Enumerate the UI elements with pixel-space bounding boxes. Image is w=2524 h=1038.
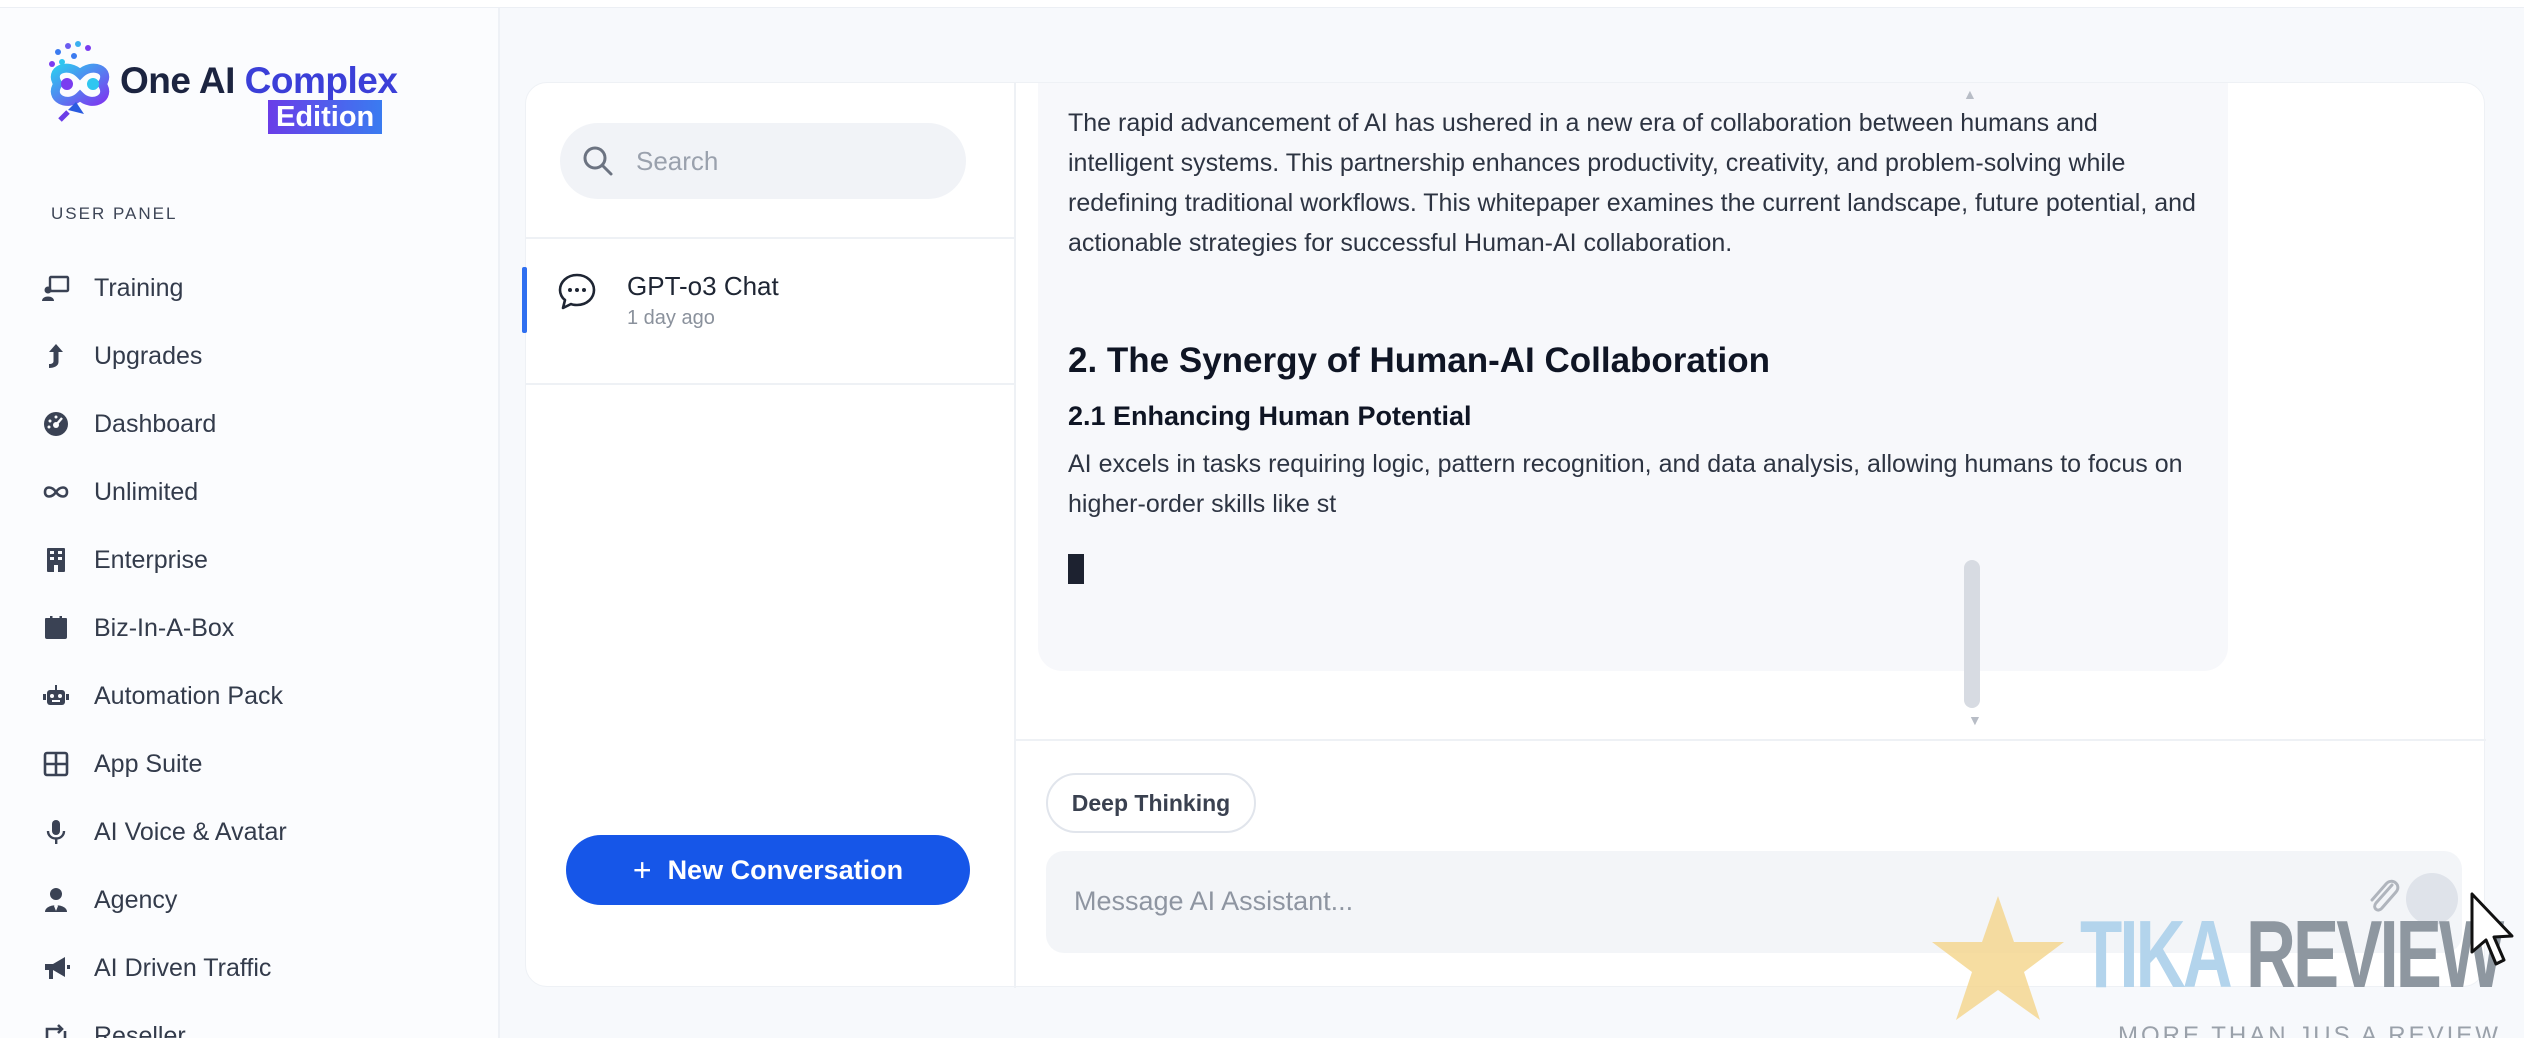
send-button[interactable] (2406, 873, 2458, 925)
training-icon (38, 270, 74, 306)
conversation-title: GPT-o3 Chat (627, 271, 779, 301)
sidebar-item-label: App Suite (94, 749, 203, 778)
box-icon (38, 610, 74, 646)
sidebar-item-label: AI Voice & Avatar (94, 817, 287, 846)
sidebar-item-label: Unlimited (94, 477, 199, 506)
sidebar: One AI Complex Edition USER PANEL Traini… (0, 8, 500, 1038)
assistant-message: The rapid advancement of AI has ushered … (1038, 83, 2228, 671)
chat-card: GPT-o3 Chat 1 day ago + New Conversation… (522, 82, 2486, 988)
sidebar-item-enterprise[interactable]: Enterprise (38, 526, 478, 594)
dashboard-gauge-icon (38, 406, 74, 442)
brand-logo[interactable]: One AI Complex Edition (40, 34, 420, 144)
user-tie-icon (38, 882, 74, 918)
sidebar-item-label: Reseller (94, 1021, 186, 1038)
message-intro-paragraph: The rapid advancement of AI has ushered … (1068, 109, 2196, 257)
top-border (0, 0, 2524, 8)
message-body-paragraph: AI excels in tasks requiring logic, patt… (1068, 450, 2183, 518)
building-icon (38, 542, 74, 578)
divider (526, 237, 1014, 239)
user-panel-label: USER PANEL (51, 204, 178, 223)
brand-name: One AI Complex (120, 60, 398, 102)
message-subheading: 2.1 Enhancing Human Potential (1068, 401, 1472, 431)
conversation-panel: GPT-o3 Chat 1 day ago + New Conversation (522, 83, 1016, 988)
chat-area: The rapid advancement of AI has ushered … (1016, 83, 2486, 988)
scroll-down-arrow-icon[interactable]: ▼ (1968, 712, 1982, 728)
paperclip-icon[interactable] (2362, 873, 2406, 923)
sidebar-item-reseller[interactable]: Reseller (38, 1002, 478, 1038)
divider (1016, 739, 2486, 741)
sidebar-item-training[interactable]: Training (38, 254, 478, 322)
brand-name-part2: Complex (244, 60, 398, 101)
sidebar-item-label: Upgrades (94, 341, 203, 370)
sidebar-item-label: Automation Pack (94, 681, 283, 710)
brand-edition-badge: Edition (268, 100, 383, 134)
sidebar-item-label: Dashboard (94, 409, 217, 438)
sidebar-item-unlimited[interactable]: Unlimited (38, 458, 478, 526)
conversation-timestamp: 1 day ago (627, 307, 715, 329)
grid-icon (38, 746, 74, 782)
sidebar-item-ai-voice-avatar[interactable]: AI Voice & Avatar (38, 798, 478, 866)
sidebar-item-dashboard[interactable]: Dashboard (38, 390, 478, 458)
sidebar-item-ai-driven-traffic[interactable]: AI Driven Traffic (38, 934, 478, 1002)
infinity-icon (38, 474, 74, 510)
microphone-icon (38, 814, 74, 850)
upgrade-arrow-icon (38, 338, 74, 374)
typing-cursor (1068, 554, 1084, 584)
conversation-item[interactable]: GPT-o3 Chat 1 day ago (522, 267, 1014, 385)
sidebar-item-app-suite[interactable]: App Suite (38, 730, 478, 798)
deep-thinking-button[interactable]: Deep Thinking (1046, 773, 1256, 833)
scrollbar-thumb[interactable] (1964, 560, 1980, 708)
watermark-tagline: MORE THAN JUS A REVIEW (2118, 1022, 2501, 1038)
retweet-icon (38, 1018, 74, 1038)
sidebar-item-agency[interactable]: Agency (38, 866, 478, 934)
brand-name-part1: One AI (120, 60, 235, 101)
search-input[interactable] (636, 145, 936, 177)
sidebar-item-upgrades[interactable]: Upgrades (38, 322, 478, 390)
new-conversation-button[interactable]: + New Conversation (566, 835, 970, 905)
active-indicator (522, 267, 527, 333)
plus-icon: + (632, 851, 652, 888)
new-conversation-label: New Conversation (667, 854, 904, 885)
sidebar-nav: Training Upgrades Dashboard Unlimited En… (38, 254, 478, 1038)
brain-logo-icon (49, 41, 109, 122)
search-icon (583, 146, 613, 176)
search-box[interactable] (560, 123, 966, 199)
megaphone-icon (38, 950, 74, 986)
scroll-up-arrow-icon[interactable]: ▲ (1963, 86, 1977, 102)
robot-icon (38, 678, 74, 714)
message-input[interactable] (1074, 879, 2274, 923)
sidebar-item-automation-pack[interactable]: Automation Pack (38, 662, 478, 730)
message-heading: 2. The Synergy of Human-AI Collaboration (1068, 341, 1771, 380)
chat-bubble-icon (558, 273, 596, 310)
sidebar-item-label: AI Driven Traffic (94, 953, 272, 982)
sidebar-item-label: Enterprise (94, 545, 208, 574)
sidebar-item-label: Biz-In-A-Box (94, 613, 235, 642)
message-composer (1046, 851, 2462, 953)
sidebar-item-label: Agency (94, 885, 178, 914)
sidebar-item-biz-in-a-box[interactable]: Biz-In-A-Box (38, 594, 478, 662)
sidebar-item-label: Training (94, 273, 184, 302)
